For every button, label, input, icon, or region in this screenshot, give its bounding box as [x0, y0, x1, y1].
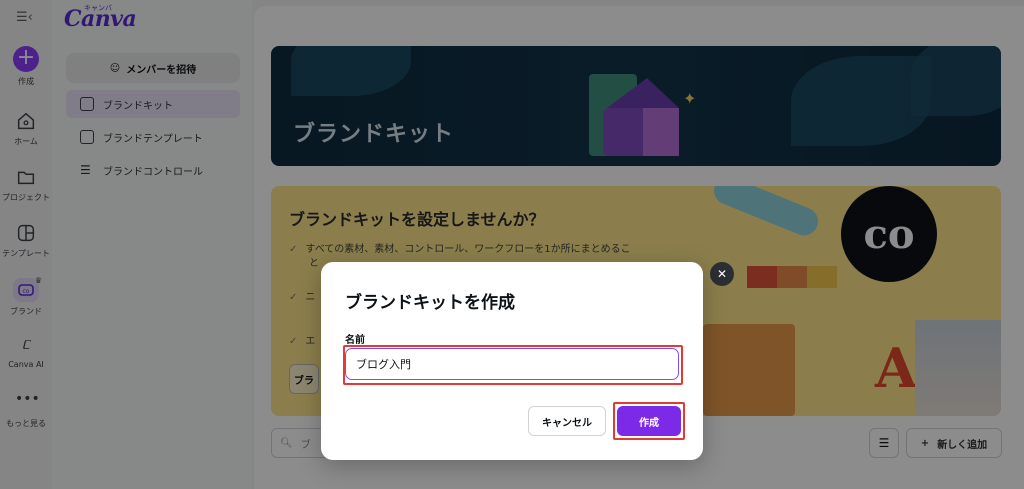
- name-field-label: 名前: [345, 335, 365, 346]
- cancel-button[interactable]: キャンセル: [528, 406, 606, 436]
- create-button[interactable]: 作成: [617, 406, 681, 436]
- create-brand-kit-dialog: ブランドキットを作成 名前 キャンセル 作成: [321, 262, 703, 460]
- brand-kit-name-input[interactable]: [345, 348, 679, 380]
- close-dialog-button[interactable]: ✕: [710, 262, 734, 286]
- close-icon: ✕: [716, 267, 728, 281]
- dialog-title: ブランドキットを作成: [345, 293, 515, 313]
